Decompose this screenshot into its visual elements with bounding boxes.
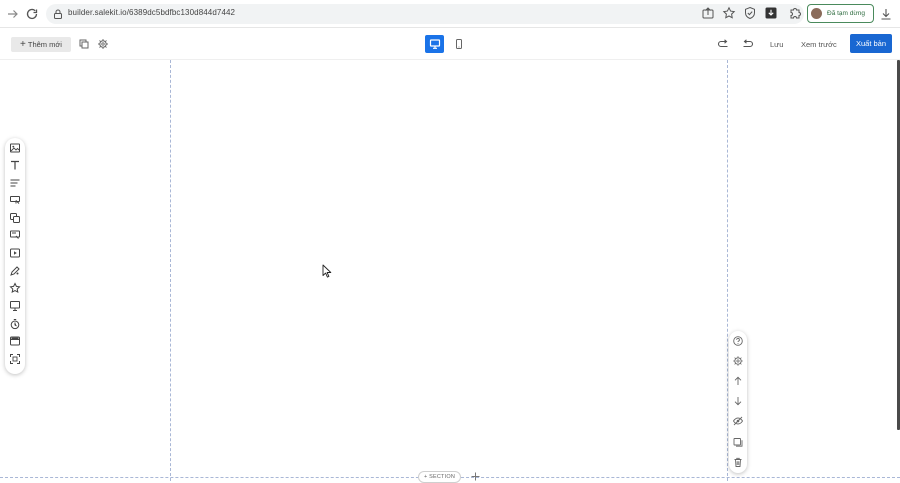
puzzle-icon[interactable] (788, 6, 802, 20)
paragraph-icon[interactable] (9, 177, 21, 189)
lock-icon[interactable] (52, 8, 64, 20)
plus-icon[interactable] (471, 472, 480, 481)
form-icon[interactable] (9, 229, 21, 241)
help-icon[interactable] (732, 335, 744, 347)
save-button[interactable]: Lưu (770, 40, 783, 49)
countdown-icon[interactable] (9, 318, 21, 330)
add-new-button[interactable]: + Thêm mới (11, 37, 71, 52)
popup-icon[interactable] (9, 335, 21, 347)
editor-canvas[interactable] (0, 60, 900, 481)
rating-icon[interactable] (9, 265, 21, 277)
add-new-label: Thêm mới (27, 40, 62, 49)
desktop-view-button[interactable] (425, 35, 444, 53)
reload-icon[interactable] (24, 6, 40, 22)
video-icon[interactable] (9, 247, 21, 259)
button-icon[interactable] (9, 194, 21, 206)
frame-icon[interactable] (9, 353, 21, 365)
arrow-forward-icon[interactable] (5, 6, 21, 22)
download-icon[interactable] (879, 7, 893, 21)
element-palette (5, 138, 25, 374)
content-guide-left (170, 60, 171, 481)
layers-icon[interactable] (78, 38, 90, 50)
add-section-label: + SECTION (424, 474, 455, 480)
slide-icon[interactable] (9, 300, 21, 312)
star-icon[interactable] (9, 282, 21, 294)
shield-icon[interactable] (743, 6, 757, 20)
url-text: builder.salekit.io/6389dc5bdfbc130d844d7… (68, 8, 236, 17)
settings-icon[interactable] (732, 355, 744, 367)
redo-icon[interactable] (742, 38, 754, 50)
preview-button[interactable]: Xem trước (801, 40, 837, 49)
add-section-button[interactable]: + SECTION (418, 471, 461, 483)
publish-label: Xuất bản (855, 39, 887, 48)
text-icon[interactable] (9, 159, 21, 171)
mobile-view-button[interactable] (449, 35, 468, 53)
image-icon[interactable] (9, 142, 21, 154)
undo-icon[interactable] (717, 38, 729, 50)
delete-icon[interactable] (732, 456, 744, 468)
move-up-icon[interactable] (732, 375, 744, 387)
profile-paused-chip[interactable]: Đã tạm dừng (807, 4, 874, 23)
paused-label: Đã tạm dừng (827, 10, 865, 17)
move-down-icon[interactable] (732, 395, 744, 407)
duplicate-icon[interactable] (732, 436, 744, 448)
star-icon[interactable] (722, 6, 736, 20)
share-icon[interactable] (701, 6, 715, 20)
plus-icon: + (20, 38, 26, 50)
content-guide-right (727, 60, 728, 481)
gear-icon[interactable] (97, 38, 109, 50)
extension-download-icon[interactable] (764, 6, 778, 20)
group-icon[interactable] (9, 212, 21, 224)
section-toolbar (729, 331, 747, 473)
mobile-icon (453, 38, 465, 50)
hide-icon[interactable] (732, 415, 744, 427)
publish-button[interactable]: Xuất bản (850, 34, 892, 53)
address-bar[interactable]: builder.salekit.io/6389dc5bdfbc130d844d7… (46, 4, 804, 24)
avatar (811, 8, 822, 19)
mouse-cursor-icon (322, 264, 332, 278)
desktop-icon (429, 38, 441, 50)
